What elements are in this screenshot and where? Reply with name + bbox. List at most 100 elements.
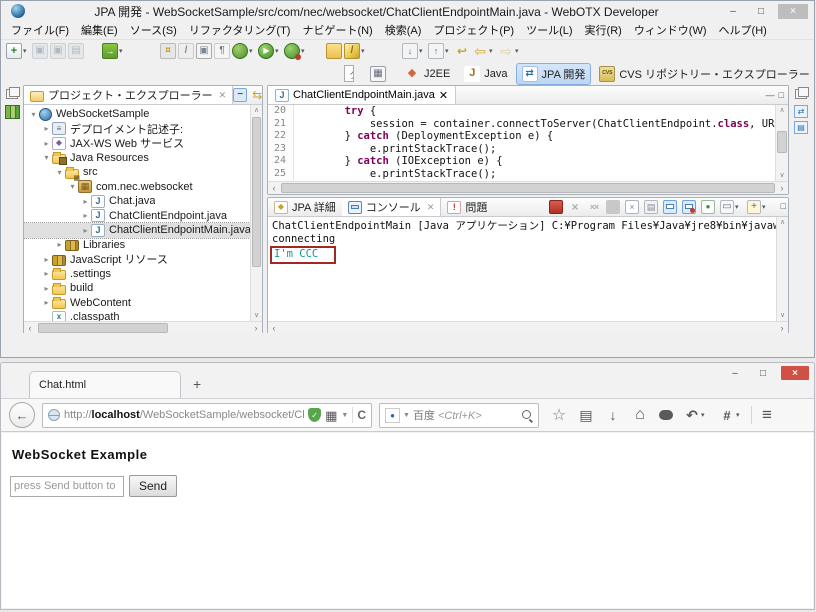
forward-history-button[interactable]: ▾ [497,43,523,59]
toolbar-separator[interactable]: ▾ [605,200,621,214]
shield-icon[interactable]: ✓ [308,408,321,422]
perspective-cvs[interactable]: CVS リポジトリー・エクスプローラー [593,63,815,85]
tree-item[interactable]: ▸ JAX-WS Web サービス [24,136,250,151]
menu-item[interactable]: ヘルプ(H) [713,20,773,40]
show-whitespace-button[interactable]: ▾ [213,43,231,59]
twistie-icon[interactable]: ▸ [80,211,91,220]
browser-close-button[interactable]: × [781,366,809,380]
code-text[interactable]: try { [294,105,376,118]
menu-button[interactable] [759,407,775,423]
twistie-icon[interactable]: ▸ [41,124,52,133]
tree-item[interactable]: ▸ build [24,281,250,296]
code-text[interactable]: } catch (DeploymentException e) { [294,130,553,143]
dropdown-arrow-icon[interactable]: ▾ [701,411,708,419]
qr-code-icon[interactable]: ▦ [325,409,337,422]
collapse-all-button[interactable] [233,88,247,102]
dropdown-arrow-icon[interactable]: ▾ [515,47,522,55]
terminate-button[interactable]: ▾ [548,200,564,214]
menu-item[interactable]: リファクタリング(T) [183,20,297,40]
menu-item[interactable]: ファイル(F) [5,20,75,40]
remove-launch-button[interactable]: ▾ [567,200,583,214]
open-console-button[interactable]: ▾ [746,200,770,214]
open-perspective-button[interactable] [364,63,396,85]
palette-view-icon[interactable] [5,105,20,119]
dropdown-arrow-icon[interactable]: ▾ [489,47,496,55]
profile-button[interactable]: ▾ [283,43,309,59]
bookmark-star-button[interactable]: ▾ [550,407,568,423]
scroll-up-icon[interactable]: ∧ [776,105,788,116]
browser-minimize-button[interactable]: – [725,366,745,380]
undo-close-tab-button[interactable]: ▾ [683,407,709,423]
code-line[interactable]: 21 session = container.connectToServer(C… [268,118,775,131]
quick-access-input[interactable]: クイック・アクセス [344,65,354,82]
scrollbar-thumb[interactable] [777,131,787,153]
dropdown-arrow-icon[interactable]: ▾ [119,47,126,55]
reload-button[interactable]: C [357,408,366,422]
tree-item[interactable]: ▾ src [24,165,250,180]
scroll-down-icon[interactable]: ∨ [777,310,788,321]
twistie-icon[interactable]: ▸ [41,269,52,278]
menu-item[interactable]: ナビゲート(N) [296,20,378,40]
tree-item[interactable]: .classpath [24,310,250,321]
debug-button[interactable]: ▾ [231,43,257,59]
menu-item[interactable]: ウィンドウ(W) [628,20,713,40]
tab-project-explorer[interactable]: プロジェクト・エクスプローラー ✕ [24,86,233,104]
perspective-jpa[interactable]: JPA 開発 [516,63,592,85]
baidu-engine-icon[interactable] [385,408,400,423]
search-button[interactable]: ▾ [159,43,177,59]
toolbar-gap[interactable]: ▾ [127,43,143,59]
tree-item[interactable]: ▸ デプロイメント記述子: [24,122,250,137]
menu-item[interactable]: ソース(S) [124,20,183,40]
twistie-icon[interactable]: ▾ [67,182,78,191]
scroll-right-icon[interactable]: › [776,182,788,194]
dropdown-arrow-icon[interactable]: ▾ [445,47,452,55]
prev-annotation-button[interactable]: ▾ [427,43,453,59]
restore-view-icon[interactable] [6,89,18,99]
open-file-button[interactable]: ▾ [325,43,343,59]
mark-occurrences-button[interactable]: ▾ [195,43,213,59]
tree-item[interactable]: ▾ WebSocketSample [24,107,250,122]
code-text[interactable]: session = container.connectToServer(Chat… [294,118,775,131]
tree-item[interactable]: ▸ WebContent [24,296,250,311]
menu-item[interactable]: 編集(E) [75,20,124,40]
highlight-marker-button[interactable]: ▾ [343,43,369,59]
last-edit-location-button[interactable]: ▾ [453,43,471,59]
search-icon[interactable] [521,409,533,421]
hello-bubble-button[interactable]: ▾ [658,410,674,420]
home-button[interactable]: ▾ [631,407,649,423]
code-text[interactable]: } catch (IOException e) { [294,155,503,168]
twistie-icon[interactable]: ▸ [80,197,91,206]
code-line[interactable]: 24 } catch (IOException e) { [268,155,775,168]
restore-view-icon[interactable] [795,89,807,99]
tab-console[interactable]: コンソール ✕ [342,198,442,216]
pin-console-button[interactable]: ▾ [700,200,716,214]
minimize-editor-button[interactable]: — [766,90,775,100]
browser-maximize-button[interactable]: □ [753,366,773,380]
outline-view-icon[interactable]: ▤ [794,121,808,134]
remove-all-launches-button[interactable]: ▾ [586,200,602,214]
dropdown-arrow-icon[interactable]: ▾ [301,47,308,55]
menu-item[interactable]: 検索(A) [379,20,428,40]
tree-item[interactable]: ▸ ChatClientEndpoint.java [24,209,250,224]
twistie-icon[interactable]: ▸ [41,284,52,293]
tree-item[interactable]: ▸ Chat.java [24,194,250,209]
scrollbar-thumb[interactable] [252,117,261,267]
scroll-up-icon[interactable]: ∧ [251,105,262,116]
code-line[interactable]: 20 try { [268,105,775,118]
twistie-icon[interactable]: ▾ [28,110,39,119]
frame-tool-button[interactable]: ▾ [718,407,744,423]
menu-item[interactable]: 実行(R) [579,20,628,40]
toolbar-gap[interactable]: ▾ [309,43,325,59]
twistie-icon[interactable]: ▾ [54,168,65,177]
downloads-button[interactable]: ▾ [604,407,622,423]
new-button[interactable]: ▾ [5,43,31,59]
dropdown-arrow-icon[interactable]: ▾ [419,47,426,55]
tree-item[interactable]: ▸ JavaScript リソース [24,252,250,267]
search-placeholder[interactable]: 百度 <Ctrl+K> [413,407,518,423]
console-output[interactable]: ChatClientEndpointMain [Java アプリケーション] C… [268,217,776,321]
toolbar-gap[interactable]: ▾ [85,43,101,59]
close-tab-icon[interactable]: ✕ [439,89,448,102]
save-all-button[interactable]: ▾ [49,43,67,59]
scroll-left-icon[interactable]: ‹ [268,182,280,194]
tab-jpa-details[interactable]: JPA 詳細 ✕ [268,198,342,216]
